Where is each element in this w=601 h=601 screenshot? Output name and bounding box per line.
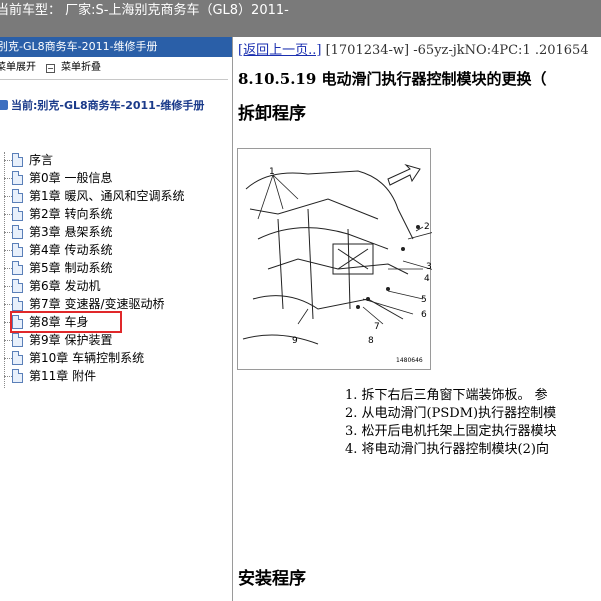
nav-line: [返回上一页..] [1701234-w] -65yz-jkNO:4PC:1 .…	[238, 39, 589, 58]
tree-item-label: 第5章 制动系统	[29, 261, 113, 275]
tree-connector	[4, 250, 12, 251]
step-item: 4. 将电动滑门执行器控制模块(2)向	[345, 442, 549, 457]
document-icon	[12, 153, 23, 167]
tree-item-label: 第11章 附件	[29, 369, 97, 383]
tree-connector	[4, 340, 12, 341]
selection-highlight	[10, 311, 122, 333]
document-icon	[12, 333, 23, 347]
tree-item-label: 序言	[29, 153, 54, 167]
callout-9: 9	[292, 336, 298, 346]
expand-menu-button[interactable]: 菜单展开	[0, 57, 36, 79]
content-pane: [返回上一页..] [1701234-w] -65yz-jkNO:4PC:1 .…	[235, 37, 601, 601]
sidebar-toolbar: 菜单展开 − 菜单折叠	[0, 57, 232, 79]
tree-item-label: 第6章 发动机	[29, 279, 101, 293]
document-icon	[12, 279, 23, 293]
callout-6: 6	[421, 310, 427, 320]
book-icon	[0, 100, 8, 110]
collapse-menu-button[interactable]: − 菜单折叠	[46, 57, 101, 79]
step-item: 1. 拆下右后三角窗下端装饰板。 参	[345, 388, 548, 403]
callout-1: 1	[269, 167, 275, 177]
figure-code: 1480646	[396, 357, 423, 364]
tree-connector	[4, 358, 12, 359]
step-item: 3. 松开后电机托架上固定执行器模块	[345, 424, 557, 439]
tree-connector	[4, 196, 12, 197]
sidebar-title: 别克-GL8商务车-2011-维修手册	[0, 40, 158, 53]
document-icon	[12, 189, 23, 203]
tree-connector	[4, 214, 12, 215]
document-icon	[12, 369, 23, 383]
collapse-icon: −	[46, 63, 55, 73]
tree-connector	[4, 232, 12, 233]
sidebar: 别克-GL8商务车-2011-维修手册 菜单展开 − 菜单折叠 当前:别克-GL…	[0, 37, 233, 601]
tree-connector	[4, 152, 5, 388]
step-item: 2. 从电动滑门(PSDM)执行器控制模	[345, 406, 557, 421]
tree-connector	[4, 178, 12, 179]
document-icon	[12, 171, 23, 185]
document-icon	[12, 225, 23, 239]
tree-connector	[4, 268, 12, 269]
doc-meta: [1701234-w] -65yz-jkNO:4PC:1 .201654	[325, 43, 589, 58]
callout-5: 5	[421, 295, 427, 305]
tree-item-label: 第4章 传动系统	[29, 243, 113, 257]
section-title: 8.10.5.19 电动滑门执行器控制模块的更换（	[238, 70, 547, 88]
tree-connector	[4, 160, 12, 161]
removal-heading: 拆卸程序	[238, 104, 306, 124]
callout-2: 2	[424, 222, 430, 232]
document-icon	[12, 351, 23, 365]
callout-3: 3	[426, 262, 432, 272]
top-bar: 当前车型： 厂家:S-上海别克商务车（GL8）2011-	[0, 0, 601, 37]
tree-connector	[4, 376, 12, 377]
document-icon	[12, 243, 23, 257]
tree-item-label: 第10章 车辆控制系统	[29, 351, 145, 365]
tree-root[interactable]: 当前:别克-GL8商务车-2011-维修手册	[0, 97, 204, 115]
document-icon	[12, 207, 23, 221]
illustration-svg: 1 2 3 4 5 6 7 8 9 1480646	[242, 163, 449, 364]
document-icon	[12, 297, 23, 311]
back-link[interactable]: [返回上一页..]	[238, 43, 321, 58]
component-illustration: 1 2 3 4 5 6 7 8 9 1480646	[237, 148, 449, 370]
tree-item-label: 第3章 悬架系统	[29, 225, 113, 239]
callout-8: 8	[368, 336, 374, 346]
installation-heading: 安装程序	[238, 569, 306, 589]
callout-7: 7	[374, 322, 380, 332]
tree-item-label: 第9章 保护装置	[29, 333, 113, 347]
sidebar-title-bar: 别克-GL8商务车-2011-维修手册	[0, 37, 232, 57]
document-icon	[12, 261, 23, 275]
tree-connector	[4, 304, 12, 305]
callout-4: 4	[424, 274, 430, 284]
tree-connector	[4, 286, 12, 287]
tree-item-label: 第0章 一般信息	[29, 171, 113, 185]
expand-menu-label: 菜单展开	[0, 62, 36, 73]
divider	[0, 79, 228, 80]
collapse-menu-label: 菜单折叠	[61, 62, 101, 73]
removal-steps: 1. 拆下右后三角窗下端装饰板。 参 2. 从电动滑门(PSDM)执行器控制模 3.…	[345, 387, 557, 459]
tree-item-label: 第2章 转向系统	[29, 207, 113, 221]
tree-item-label: 第1章 暖风、通风和空调系统	[29, 189, 185, 203]
current-vehicle-label: 当前车型： 厂家:S-上海别克商务车（GL8）2011-	[0, 3, 289, 18]
tree-root-label: 当前:别克-GL8商务车-2011-维修手册	[11, 99, 205, 112]
